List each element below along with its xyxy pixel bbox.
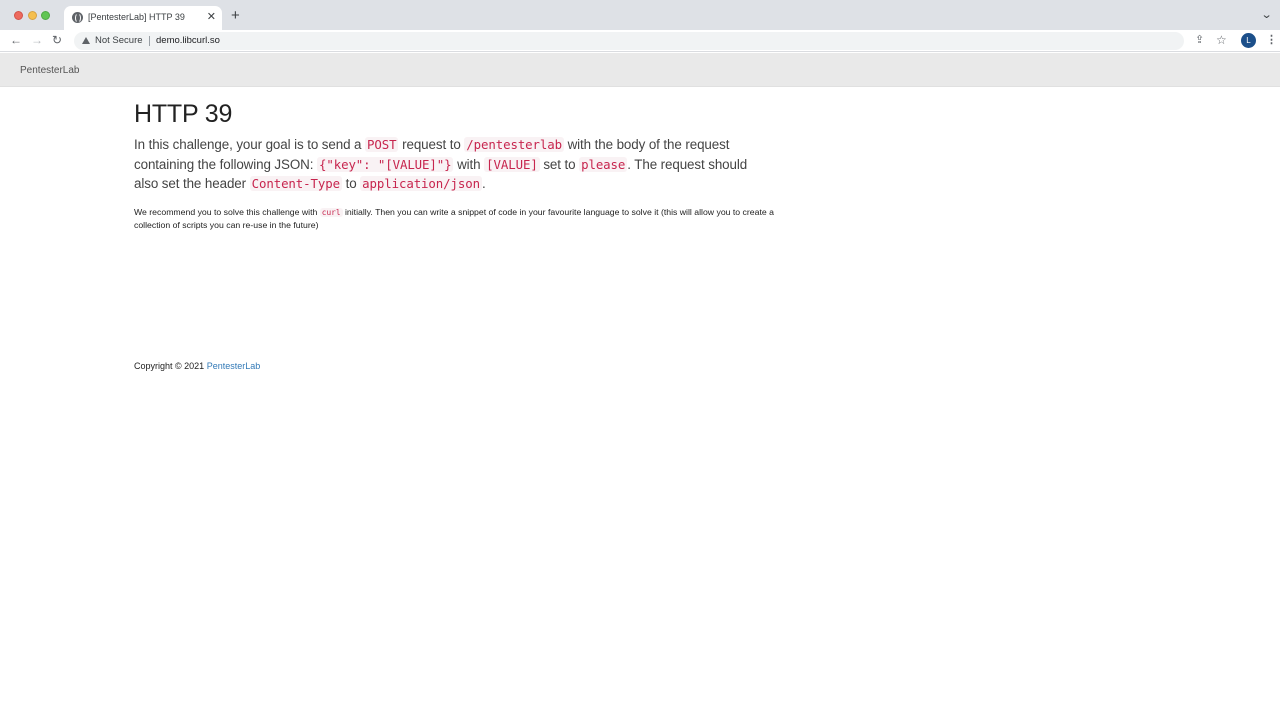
- footer-link-pentesterlab[interactable]: PentesterLab: [207, 361, 261, 371]
- lead-text: to: [345, 176, 357, 192]
- star-icon[interactable]: ☆: [1216, 33, 1227, 47]
- tab-title: [PentesterLab] HTTP 39: [88, 12, 185, 22]
- copyright-text: Copyright © 2021: [134, 361, 205, 371]
- lead-text: .: [481, 176, 486, 192]
- recommendation-note: We recommend you to solve this challenge…: [134, 206, 774, 233]
- omnibox-divider: [149, 36, 150, 46]
- window-close-button[interactable]: [14, 11, 23, 20]
- new-tab-button[interactable]: +: [231, 8, 240, 24]
- browser-toolbar: ← → ↻ Not Secure demo.libcurl.so ⇪ ☆ L ⋮: [0, 30, 1280, 52]
- code-header-value: application/json: [360, 176, 482, 192]
- code-method: POST: [365, 137, 399, 152]
- security-label[interactable]: Not Secure: [95, 35, 143, 46]
- reload-icon[interactable]: ↻: [52, 33, 62, 47]
- code-header-name: Content-Type: [249, 176, 342, 192]
- page-title: HTTP 39: [134, 100, 233, 128]
- lead-text: with: [457, 156, 481, 172]
- lead-text: request to: [402, 137, 461, 152]
- main-content: HTTP 39 In this challenge, your goal is …: [134, 98, 774, 233]
- browser-tabstrip: [PentesterLab] HTTP 39 ✕ + ⌄: [0, 0, 1280, 30]
- lead-text: In this challenge, your goal is to send …: [134, 137, 362, 152]
- address-bar[interactable]: Not Secure demo.libcurl.so: [74, 32, 1184, 50]
- code-value: please: [579, 156, 628, 172]
- code-placeholder: [VALUE]: [484, 156, 540, 172]
- site-navbar: PentesterLab: [0, 53, 1280, 87]
- page-footer: Copyright © 2021 PentesterLab: [134, 361, 260, 371]
- profile-avatar[interactable]: L: [1241, 33, 1256, 48]
- browser-tab-active[interactable]: [PentesterLab] HTTP 39 ✕: [64, 6, 222, 30]
- window-maximize-button[interactable]: [41, 11, 50, 20]
- code-json-body: {"key": "[VALUE]"}: [317, 156, 454, 172]
- forward-icon[interactable]: →: [31, 33, 43, 47]
- note-text: We recommend you to solve this challenge…: [134, 206, 318, 217]
- back-icon[interactable]: ←: [10, 33, 22, 47]
- code-curl: curl: [319, 207, 343, 217]
- close-icon[interactable]: ✕: [207, 10, 216, 24]
- warning-icon[interactable]: [82, 37, 90, 44]
- code-path: /pentesterlab: [464, 137, 564, 152]
- url-text[interactable]: demo.libcurl.so: [156, 35, 220, 46]
- window-minimize-button[interactable]: [28, 11, 37, 20]
- chevron-down-icon[interactable]: ⌄: [1260, 8, 1272, 21]
- navbar-brand[interactable]: PentesterLab: [20, 65, 80, 76]
- globe-icon: [72, 12, 83, 23]
- lead-text: set to: [543, 156, 576, 172]
- challenge-description: In this challenge, your goal is to send …: [134, 135, 774, 194]
- menu-icon[interactable]: ⋮: [1266, 33, 1277, 47]
- share-icon[interactable]: ⇪: [1195, 33, 1204, 47]
